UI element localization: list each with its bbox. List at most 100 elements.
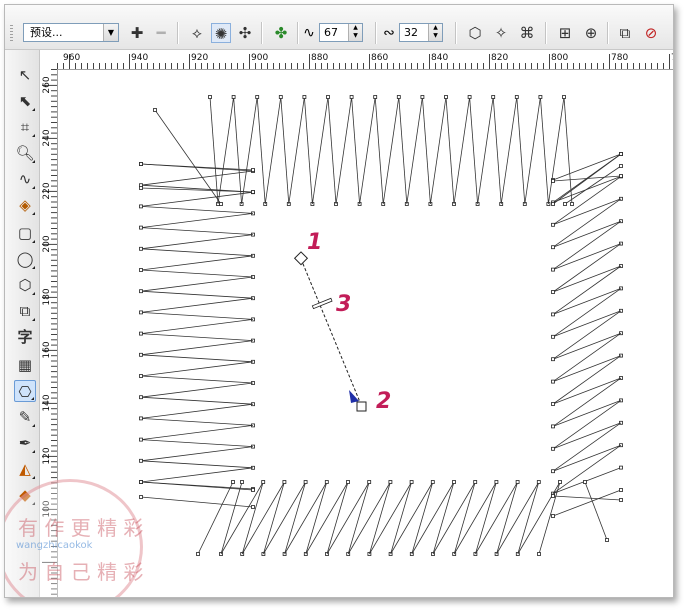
- blend-line: [517, 481, 540, 555]
- rectangle-tool-icon[interactable]: ▢: [14, 222, 36, 244]
- rotation-spinner[interactable]: 32 ▲ ▼: [399, 23, 443, 42]
- blend-line: [220, 481, 243, 555]
- blend-line: [209, 96, 219, 205]
- plus-icon[interactable]: ✚: [127, 23, 147, 43]
- blend-line: [140, 467, 254, 483]
- object-color-icon[interactable]: ✧: [491, 23, 511, 43]
- blend-path-icon[interactable]: ✤: [271, 23, 291, 43]
- blend-line: [140, 234, 254, 250]
- blend-line: [140, 276, 254, 292]
- chevron-down-icon[interactable]: ▼: [103, 24, 118, 41]
- loop-blend-icon[interactable]: ⬡: [465, 23, 485, 43]
- blend-line: [140, 333, 254, 341]
- blend-line: [305, 481, 349, 555]
- blend-node: [208, 95, 212, 99]
- ruler-h-label: 860: [371, 53, 388, 63]
- object-acceleration-icon[interactable]: ⌘: [517, 23, 537, 43]
- blend-line: [552, 288, 622, 315]
- ruler-v-label: 180: [42, 288, 52, 305]
- blend-line: [312, 96, 329, 205]
- pick-tool-icon[interactable]: ↖: [14, 64, 36, 86]
- blend-line: [552, 220, 622, 270]
- start-object-icon[interactable]: ⊞: [555, 23, 575, 43]
- end-object-icon[interactable]: ⊕: [581, 23, 601, 43]
- ruler-v-label: 260: [42, 76, 52, 93]
- blend-line: [140, 290, 254, 299]
- fill-tool-icon[interactable]: ◭: [14, 458, 36, 480]
- blend-node: [473, 480, 478, 484]
- blend-node: [139, 162, 143, 166]
- spinner-arrows-icon[interactable]: ▲ ▼: [348, 24, 362, 41]
- blend-line: [140, 460, 254, 469]
- blend-node: [619, 465, 623, 470]
- outline-pen-icon[interactable]: ✒: [14, 432, 36, 454]
- blend-line: [140, 340, 254, 356]
- blend-node: [551, 357, 555, 362]
- watermark-middle: wangzhicaokok: [16, 540, 93, 551]
- blend-line: [552, 377, 622, 405]
- blend-line: [552, 265, 622, 293]
- basic-shapes-icon[interactable]: ⧉: [14, 300, 36, 322]
- table-tool-icon[interactable]: ▦: [14, 354, 36, 376]
- blend-node: [139, 246, 143, 251]
- blend-line: [475, 481, 497, 555]
- blend-line: [326, 481, 349, 555]
- blend-node: [139, 437, 143, 442]
- blend-node: [515, 480, 520, 484]
- blend-line: [233, 96, 242, 205]
- polygon-tool-icon[interactable]: ⬡: [14, 274, 36, 296]
- text-tool-icon[interactable]: 字: [14, 326, 36, 348]
- blend-node: [373, 95, 378, 99]
- minus-icon[interactable]: ━: [151, 23, 171, 43]
- blend-line: [563, 96, 573, 205]
- horizontal-ruler[interactable]: 960 940 920 900 880 860 840 820 800 780 76: [57, 50, 673, 70]
- smart-fill-icon[interactable]: ◈: [14, 194, 36, 216]
- blend-node: [420, 95, 425, 99]
- eyedropper-tool-icon[interactable]: ✎: [14, 406, 36, 428]
- blend-node: [139, 268, 143, 272]
- blend-node: [139, 480, 143, 484]
- blend-line: [335, 96, 352, 205]
- shape-tool-icon[interactable]: ⬉: [14, 90, 36, 112]
- blend-node: [551, 222, 555, 227]
- ruler-h-label: 820: [491, 53, 508, 63]
- blend-counterclockwise-icon[interactable]: ✣: [235, 23, 255, 43]
- blend-line: [304, 96, 313, 205]
- blend-tool-icon[interactable]: ⎔: [14, 380, 36, 402]
- freehand-tool-icon[interactable]: ∿: [14, 168, 36, 190]
- blend-line: [517, 481, 561, 555]
- blend-node: [153, 108, 157, 112]
- blend-node: [251, 190, 255, 194]
- blend-node: [231, 480, 235, 484]
- blend-line: [140, 319, 254, 334]
- clear-blend-icon[interactable]: ⊘: [641, 23, 661, 43]
- blend-line: [398, 96, 408, 205]
- blend-line: [140, 418, 254, 426]
- end-handle-icon: [356, 401, 367, 412]
- ruler-v-label: 220: [42, 182, 52, 199]
- blend-line: [552, 288, 622, 338]
- blend-line: [496, 481, 540, 555]
- ruler-v-label: 160: [42, 341, 52, 358]
- watermark-top: 有 作 更 精 彩: [18, 516, 144, 540]
- blend-direct-icon[interactable]: ⟡: [187, 23, 207, 43]
- copy-blend-icon[interactable]: ⧉: [615, 23, 635, 43]
- toolbar-grip[interactable]: [10, 25, 13, 41]
- blend-line: [432, 481, 476, 555]
- preset-dropdown[interactable]: 预设... ▼: [23, 23, 119, 42]
- blend-line: [552, 265, 622, 315]
- blend-node: [396, 95, 401, 99]
- blend-node: [551, 290, 555, 294]
- drawing-canvas[interactable]: 1 2 3: [58, 70, 673, 597]
- blend-line: [552, 176, 622, 226]
- blend-line: [552, 153, 622, 181]
- ellipse-tool-icon[interactable]: ◯: [14, 248, 36, 270]
- crop-tool-icon[interactable]: ⌗: [14, 116, 36, 138]
- blend-line: [390, 481, 412, 555]
- zoom-tool-icon[interactable]: 🔍︎: [14, 142, 36, 164]
- spinner-arrows-icon[interactable]: ▲ ▼: [428, 24, 442, 41]
- blend-clockwise-icon[interactable]: ✺: [211, 23, 231, 43]
- blend-line: [430, 96, 447, 205]
- ruler-origin[interactable]: [40, 50, 58, 70]
- steps-spinner[interactable]: 67 ▲ ▼: [319, 23, 363, 42]
